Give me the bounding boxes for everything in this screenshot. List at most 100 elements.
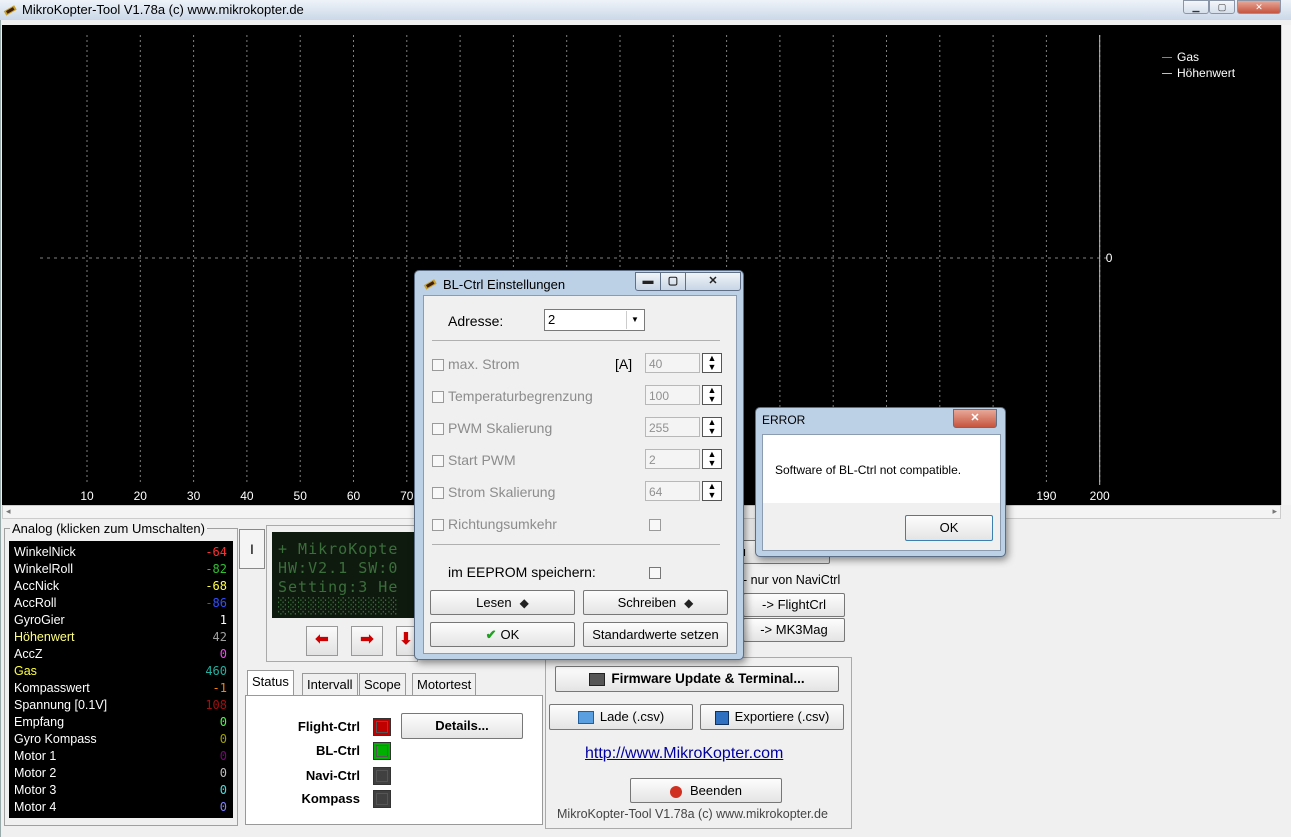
status-led-kompass	[373, 790, 391, 808]
lcd-prev-button[interactable]: ⬅	[306, 626, 338, 656]
analog-name: AccRoll	[14, 596, 57, 610]
address-select[interactable]: 2 ▼	[544, 309, 645, 331]
analog-row[interactable]: WinkelRoll -82	[13, 560, 229, 577]
analog-row[interactable]: Spannung [0.1V] 108	[13, 696, 229, 713]
scope-x-tick: 10	[80, 489, 94, 503]
save-icon	[714, 710, 729, 725]
dialog-maximize-icon[interactable]: ▢	[660, 272, 686, 291]
exit-button[interactable]: Beenden	[630, 778, 782, 803]
details-button[interactable]: Details...	[401, 713, 523, 739]
analog-name: Motor 1	[14, 749, 57, 763]
start-pwm-stepper[interactable]: ▲ ▼	[702, 449, 722, 469]
dialog-close-icon[interactable]: ✕	[685, 272, 741, 291]
analog-value: -1	[212, 681, 227, 695]
analog-row[interactable]: Höhenwert 42	[13, 628, 229, 645]
richtungsumkehr-label: Richtungsumkehr	[448, 516, 557, 532]
lcd-line: HW:V2.1 SW:0	[278, 559, 399, 577]
analog-row[interactable]: Motor 4 0	[13, 798, 229, 815]
pwm-skalierung-checkbox[interactable]	[432, 423, 444, 435]
to-flightcrl-button[interactable]: -> FlightCrl	[743, 593, 845, 617]
pwm-skalierung-input[interactable]: 255	[645, 417, 700, 437]
tab-scope[interactable]: Scope	[359, 673, 406, 696]
lcd-line: + MikroKopte	[278, 540, 399, 558]
analog-row[interactable]: AccZ 0	[13, 645, 229, 662]
error-ok-button[interactable]: OK	[905, 515, 993, 541]
status-label-kompass: Kompass	[301, 791, 360, 806]
strom-skalierung-input[interactable]: 64	[645, 481, 700, 501]
error-close-icon[interactable]: ✕	[953, 409, 997, 428]
defaults-button[interactable]: Standardwerte setzen	[583, 622, 728, 647]
tab-intervall[interactable]: Intervall	[302, 673, 358, 696]
status-label-bl-ctrl: BL-Ctrl	[315, 743, 360, 758]
scope-x-tick: 40	[240, 489, 254, 503]
to-mk3mag-button[interactable]: -> MK3Mag	[743, 618, 845, 642]
scope-vertical-scrollbar[interactable]	[1281, 25, 1291, 505]
analog-row[interactable]: AccRoll -86	[13, 594, 229, 611]
analog-name: WinkelNick	[14, 545, 76, 559]
chevron-down-icon[interactable]: ▼	[626, 311, 643, 329]
terminal-icon	[589, 672, 606, 686]
max-strom-checkbox[interactable]	[432, 359, 444, 371]
dialog-minimize-icon[interactable]: ▬	[635, 272, 661, 291]
tab-motortest[interactable]: Motortest	[412, 673, 477, 696]
ok-button[interactable]: ✔ OK	[430, 622, 575, 647]
analog-row[interactable]: Motor 2 0	[13, 764, 229, 781]
analog-name: GyroGier	[14, 613, 65, 627]
temperatur-checkbox[interactable]	[432, 391, 444, 403]
app-icon	[3, 3, 17, 17]
analog-value: 108	[205, 698, 227, 712]
scroll-left-icon[interactable]: ◂	[6, 506, 11, 517]
bl-dialog-body: Adresse: 2 ▼ max. Strom [A] 40 ▲ ▼ Temper…	[423, 295, 737, 654]
write-button[interactable]: Schreiben ◆	[583, 590, 728, 615]
richtungsumkehr-checkbox[interactable]	[649, 519, 661, 531]
firmware-update-button[interactable]: Firmware Update & Terminal...	[555, 666, 839, 692]
analog-row[interactable]: Gas 460	[13, 662, 229, 679]
temperatur-input[interactable]: 100	[645, 385, 700, 405]
start-pwm-input[interactable]: 2	[645, 449, 700, 469]
analog-row[interactable]: Motor 1 0	[13, 747, 229, 764]
max-strom-stepper[interactable]: ▲ ▼	[702, 353, 722, 373]
analog-row[interactable]: Motor 3 0	[13, 781, 229, 798]
tab-status[interactable]: Status	[247, 670, 294, 697]
minimize-icon[interactable]: ▁	[1183, 0, 1209, 14]
lcd-down-button[interactable]: ⬇	[396, 626, 416, 656]
analog-row[interactable]: Empfang 0	[13, 713, 229, 730]
eeprom-checkbox[interactable]	[649, 567, 661, 579]
export-csv-button[interactable]: Exportiere (.csv)	[700, 704, 844, 730]
analog-value: 1	[219, 613, 227, 627]
richtungsumkehr-enable-checkbox[interactable]	[432, 519, 444, 531]
start-pwm-checkbox[interactable]	[432, 455, 444, 467]
divider	[432, 340, 720, 341]
status-led-navi-ctrl	[373, 767, 391, 785]
load-csv-button[interactable]: Lade (.csv)	[549, 704, 693, 730]
analog-values-list[interactable]: WinkelNick -64 WinkelRoll -82 AccNick -68 AccR…	[9, 541, 233, 818]
analog-value: -82	[205, 562, 227, 576]
close-icon[interactable]: ✕	[1237, 0, 1281, 14]
lcd-toggle-button[interactable]: I	[239, 529, 265, 569]
strom-skalierung-checkbox[interactable]	[432, 487, 444, 499]
checkmark-icon: ✔	[485, 627, 497, 642]
pwm-skalierung-stepper[interactable]: ▲ ▼	[702, 417, 722, 437]
analog-row[interactable]: GyroGier 1	[13, 611, 229, 628]
analog-name: AccZ	[14, 647, 43, 661]
analog-row[interactable]: Kompasswert -1	[13, 679, 229, 696]
analog-row[interactable]: Gyro Kompass 0	[13, 730, 229, 747]
status-tab-panel: Flight-Ctrl BL-Ctrl Navi-Ctrl Kompass De…	[245, 695, 543, 825]
lcd-next-button[interactable]: ➡	[351, 626, 383, 656]
lcd-display: + MikroKopte HW:V2.1 SW:0 Setting:3 He ░…	[272, 532, 416, 618]
strom-skalierung-stepper[interactable]: ▲ ▼	[702, 481, 722, 501]
window-title: MikroKopter-Tool V1.78a (c) www.mikrokop…	[22, 2, 304, 17]
analog-row[interactable]: WinkelNick -64	[13, 543, 229, 560]
analog-name: Kompasswert	[14, 681, 90, 695]
analog-title[interactable]: Analog (klicken zum Umschalten)	[10, 521, 207, 536]
temperatur-stepper[interactable]: ▲ ▼	[702, 385, 722, 405]
mikrokopter-link[interactable]: http://www.MikroKopter.com	[585, 745, 783, 763]
error-dialog-title: ERROR	[762, 413, 806, 427]
scroll-right-icon[interactable]: ▸	[1272, 506, 1277, 517]
power-icon	[669, 785, 682, 798]
read-button[interactable]: Lesen ◆	[430, 590, 575, 615]
maximize-icon[interactable]: ▢	[1209, 0, 1235, 14]
lcd-line: Setting:3 He	[278, 578, 399, 596]
analog-row[interactable]: AccNick -68	[13, 577, 229, 594]
max-strom-input[interactable]: 40	[645, 353, 700, 373]
